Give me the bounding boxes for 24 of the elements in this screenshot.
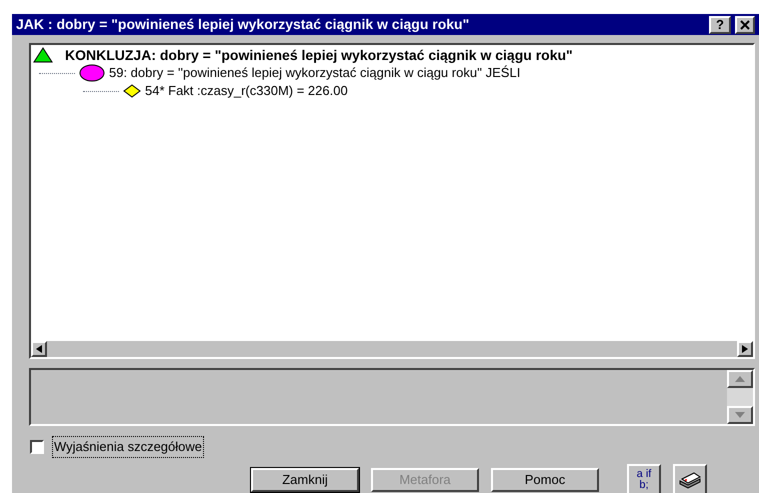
diamond-icon (123, 84, 141, 98)
tree-node-label[interactable]: KONKLUZJA: dobry = "powinieneś lepiej wykorzystać ciągnik w ciągu roku" (57, 45, 573, 66)
vertical-scrollbar[interactable] (727, 370, 753, 424)
print-button[interactable] (673, 464, 707, 493)
circle-icon (79, 64, 105, 82)
syntax-button[interactable]: a if b; (627, 464, 661, 493)
close-button[interactable] (735, 16, 755, 34)
horizontal-scrollbar[interactable] (31, 341, 753, 357)
dialog-button[interactable]: Zamknij (251, 468, 359, 492)
checkbox-label[interactable]: Wyjaśnienia szczegółowe (52, 436, 204, 458)
printer-icon (678, 470, 702, 488)
tree-node-label[interactable]: 59: dobry = ''powinieneś lepiej wykorzystać ciągnik w ciągu roku'' JEŚLI (109, 63, 520, 83)
explanation-text-area[interactable] (29, 368, 755, 426)
checkbox[interactable] (30, 440, 44, 454)
close-icon (740, 20, 750, 30)
left-arrow-icon (36, 345, 42, 353)
window-title: JAK : dobry = "powinieneś lepiej wykorzystać ciągnik w ciągu roku" (16, 15, 470, 34)
dialog-button[interactable]: Pomoc (491, 468, 599, 492)
triangle-icon (33, 47, 53, 63)
right-arrow-icon (742, 345, 748, 353)
up-arrow-icon (735, 376, 745, 382)
down-arrow-icon (735, 412, 745, 418)
help-button[interactable]: ? (709, 16, 731, 34)
tree-node-label[interactable]: 54* Fakt :czasy_r(c330M) = 226.00 (145, 81, 348, 101)
